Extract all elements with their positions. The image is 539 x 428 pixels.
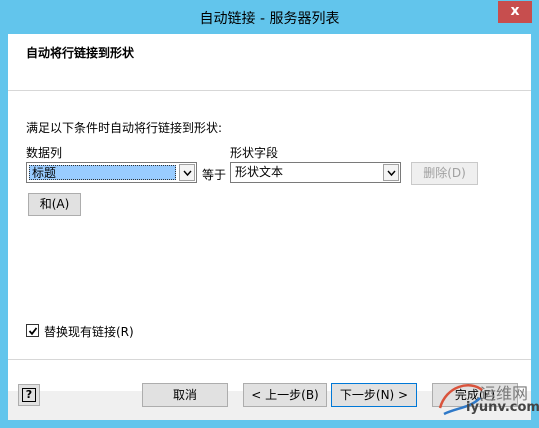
back-button[interactable]: < 上一步(B)	[243, 383, 327, 407]
page-title: 自动将行链接到形状	[26, 46, 135, 60]
data-column-select[interactable]: 标题	[26, 162, 197, 183]
help-icon: ?	[22, 388, 36, 402]
shape-field-value: 形状文本	[235, 165, 284, 179]
cancel-button[interactable]: 取消	[142, 383, 228, 407]
check-icon	[28, 327, 38, 336]
replace-links-label: 替换现有链接(R)	[44, 325, 134, 339]
title-bar[interactable]: 自动链接 - 服务器列表 x	[0, 0, 539, 34]
help-button[interactable]: ?	[18, 384, 40, 406]
dialog-window: 自动链接 - 服务器列表 x 自动将行链接到形状 满足以下条件时自动将行链接到形…	[0, 0, 539, 428]
instruction-text: 满足以下条件时自动将行链接到形状:	[26, 121, 223, 135]
delete-button[interactable]: 删除(D)	[411, 162, 478, 185]
close-icon: x	[510, 3, 520, 19]
wizard-body: 满足以下条件时自动将行链接到形状: 数据列 形状字段 标题 等于 形状文本 删除…	[8, 91, 531, 391]
dialog-client: 自动将行链接到形状 满足以下条件时自动将行链接到形状: 数据列 形状字段 标题 …	[8, 34, 539, 420]
close-button[interactable]: x	[498, 1, 532, 23]
wizard-header: 自动将行链接到形状	[8, 34, 531, 91]
chevron-down-icon	[183, 170, 192, 177]
data-column-label: 数据列	[26, 146, 63, 160]
data-column-dropdown-button[interactable]	[179, 164, 195, 181]
footer-divider	[8, 359, 531, 360]
window-title: 自动链接 - 服务器列表	[199, 11, 340, 27]
equals-label: 等于	[202, 168, 227, 182]
shape-field-select[interactable]: 形状文本	[230, 162, 401, 183]
shape-field-label: 形状字段	[230, 146, 279, 160]
chevron-down-icon	[387, 170, 396, 177]
and-button[interactable]: 和(A)	[28, 193, 81, 216]
next-button[interactable]: 下一步(N) >	[331, 383, 417, 407]
watermark-logo: 运维网 iyunv.com	[436, 378, 539, 420]
replace-links-checkbox[interactable]	[26, 324, 39, 337]
watermark-domain: iyunv.com	[466, 400, 539, 415]
shape-field-dropdown-button[interactable]	[383, 164, 399, 181]
data-column-value: 标题	[29, 165, 176, 180]
